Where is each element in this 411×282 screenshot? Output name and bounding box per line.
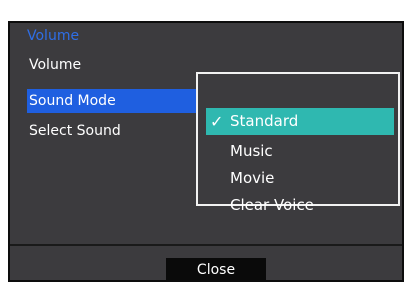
sound-mode-popup: ✓ Standard Music Movie Clear Voice — [196, 72, 400, 214]
menu-title: Volume — [27, 28, 80, 44]
menu-item-select-sound[interactable]: Select Sound — [27, 119, 199, 143]
menu-item-volume[interactable]: Volume — [27, 53, 199, 77]
option-music[interactable]: Music — [206, 138, 394, 165]
option-movie[interactable]: Movie — [206, 165, 394, 192]
option-label: Standard — [230, 112, 299, 130]
option-label: Music — [230, 142, 273, 160]
osd-panel: Volume Volume Sound Mode Select Sound ✓ … — [8, 21, 404, 282]
option-label: Movie — [230, 169, 275, 187]
option-clear-voice[interactable]: Clear Voice — [206, 192, 394, 219]
close-button[interactable]: Close — [166, 258, 266, 280]
option-label: Clear Voice — [230, 196, 314, 214]
check-icon: ✓ — [210, 112, 224, 131]
menu-item-sound-mode[interactable]: Sound Mode — [27, 89, 199, 113]
option-standard[interactable]: ✓ Standard — [206, 108, 394, 135]
footer-divider — [10, 244, 402, 246]
